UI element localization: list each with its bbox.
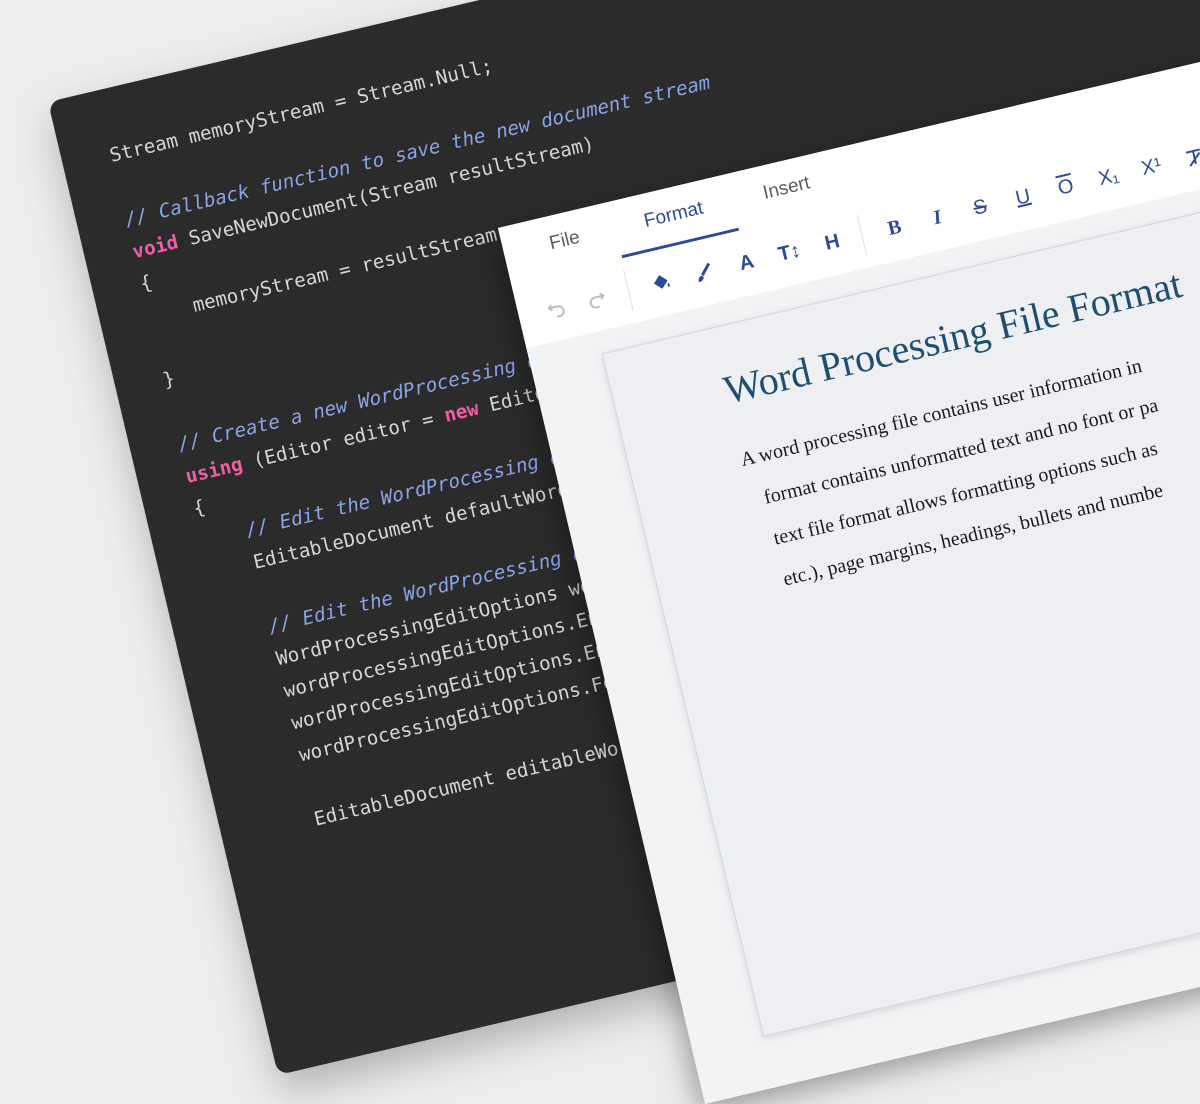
code-token-plain: } [160,366,178,392]
code-token-plain: { [190,495,208,521]
code-token-plain: { [137,270,155,296]
code-token-keyword: new [441,396,481,427]
code-token-keyword: void [130,230,181,264]
